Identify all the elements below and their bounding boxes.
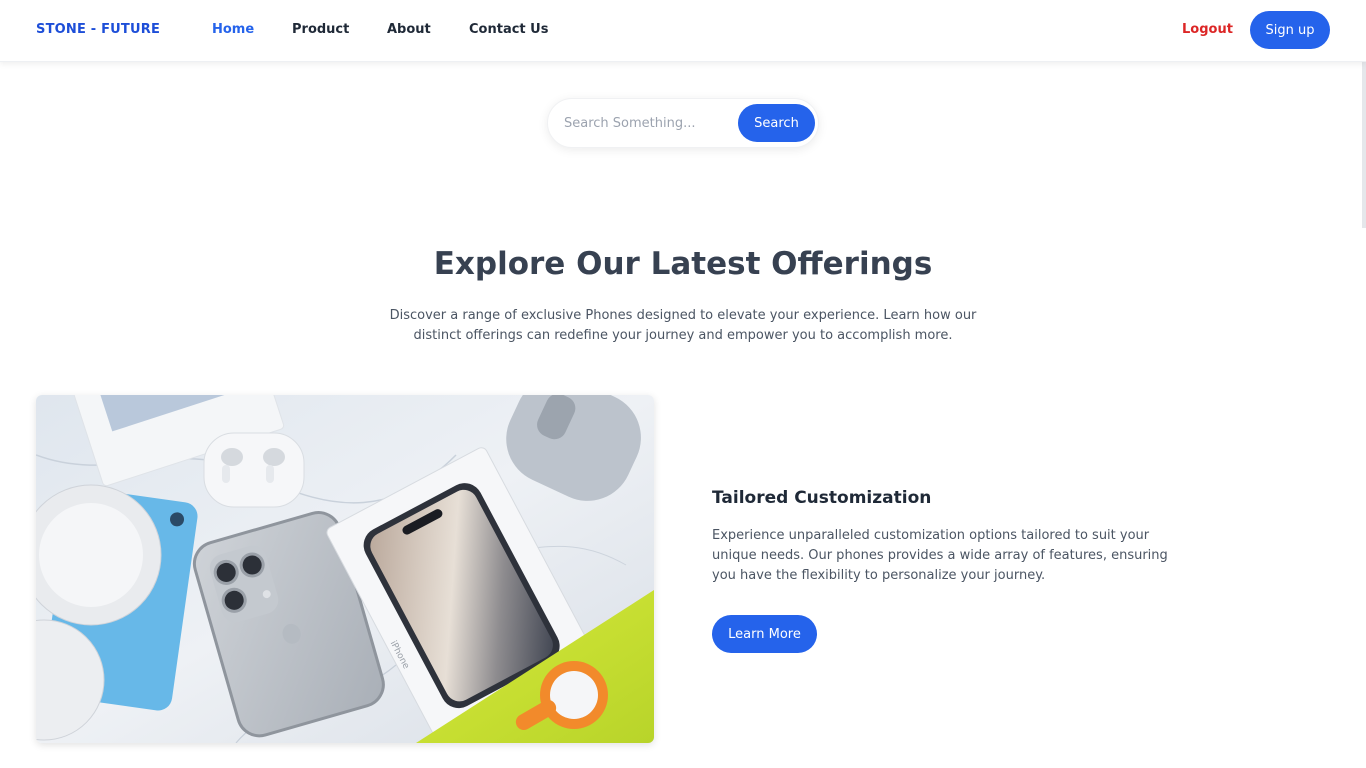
feature-title: Tailored Customization — [712, 488, 932, 508]
product-photo: iPhone — [36, 395, 654, 743]
page-title: Explore Our Latest Offerings — [433, 246, 933, 282]
search-bar: Search — [547, 98, 819, 148]
page-scrollbar[interactable] — [1362, 62, 1366, 228]
nav-about-link[interactable]: About — [387, 22, 431, 37]
nav-contact-link[interactable]: Contact Us — [469, 22, 548, 37]
search-input[interactable] — [564, 113, 734, 133]
learn-more-button[interactable]: Learn More — [712, 615, 817, 653]
page-subtitle: Discover a range of exclusive Phones des… — [389, 308, 977, 343]
search-button[interactable]: Search — [738, 104, 815, 142]
nav-home-link[interactable]: Home — [212, 22, 254, 37]
logout-link[interactable]: Logout — [1182, 22, 1233, 37]
brand-logo[interactable]: STONE - FUTURE — [36, 22, 160, 37]
top-navbar: STONE - FUTURE Home Product About Contac… — [0, 0, 1366, 62]
feature-description: Experience unparalleled customization op… — [712, 528, 1168, 583]
nav-product-link[interactable]: Product — [292, 22, 349, 37]
signup-button[interactable]: Sign up — [1250, 11, 1330, 49]
